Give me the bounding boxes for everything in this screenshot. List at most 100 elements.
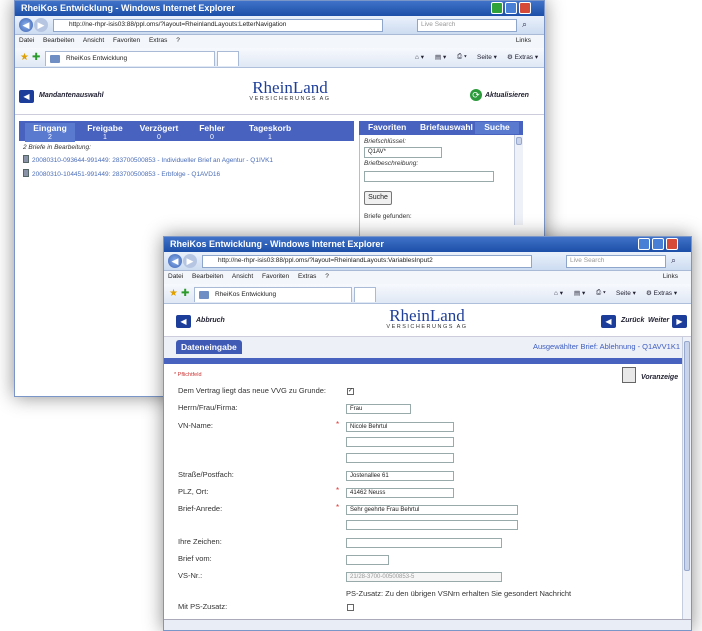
menu-favoriten[interactable]: Favoriten [113,37,140,44]
tab-freigabe[interactable]: Freigabe 1 [79,123,131,142]
zeichen-input[interactable] [346,538,502,548]
new-tab-button[interactable] [217,51,239,66]
page-menu[interactable]: Seite ▾ [477,53,497,61]
preview-label[interactable]: Voranzeige [641,374,678,381]
zurueck-button[interactable]: ◀ [601,315,616,328]
plz-input[interactable]: 41462 Neuss [346,488,454,498]
herrn-input[interactable]: Frau [346,404,411,414]
weiter-label[interactable]: Weiter [648,317,669,324]
tab-briefauswahl[interactable]: Briefauswahl [415,122,478,134]
key-input[interactable]: Q1AV* [364,147,442,158]
brief-vom-input[interactable] [346,555,389,565]
add-favorite-icon[interactable]: ✚ [181,288,189,299]
logo-name: RheinLand [252,78,328,97]
menu-datei[interactable]: Datei [19,37,34,44]
tab-dateneingabe[interactable]: Dateneingabe [176,340,242,354]
required-marker: * [336,486,340,495]
front-browser-window: RheiKos Entwicklung - Windows Internet E… [163,236,692,631]
zurueck-label[interactable]: Zurück [621,317,644,324]
print-icon[interactable]: ⎙ ▾ [596,289,606,297]
browser-tab[interactable]: RheiKos Entwicklung [194,287,352,302]
anrede-input-2[interactable] [346,520,518,530]
menu-help[interactable]: ? [176,37,180,44]
vn-input[interactable]: Nicole Behrtul [346,422,454,432]
new-tab-button[interactable] [354,287,376,302]
search-icon[interactable]: ⌕ [522,19,527,30]
forward-icon[interactable]: ▶ [34,18,48,32]
desc-input[interactable] [364,171,494,182]
browser-tab[interactable]: RheiKos Entwicklung [45,51,215,66]
close-button[interactable] [519,2,531,14]
strasse-input[interactable]: Jostenallee 61 [346,471,454,481]
zeichen-label: Ihre Zeichen: [178,537,222,546]
panel-scrollbar[interactable] [514,135,523,225]
plz-label: PLZ, Ort: [178,487,209,496]
mandant-back-button[interactable]: ◀ [19,90,34,103]
url-input[interactable]: http://ne-rhpr-isis03:88/ppl.oms/?layout… [53,19,383,32]
page-menu[interactable]: Seite ▾ [616,289,636,297]
letter-row[interactable]: 20080310-093644-991449: 283700500853 - I… [23,155,273,164]
abbruch-back-button[interactable]: ◀ [176,315,191,328]
forward-icon[interactable]: ▶ [183,254,197,268]
vn-input-3[interactable] [346,453,454,463]
links-label[interactable]: Links [516,37,531,44]
menu-ansicht[interactable]: Ansicht [232,273,253,280]
refresh-label[interactable]: Aktualisieren [485,92,529,99]
mit-ps-label: Mit PS-Zusatz: [178,602,228,611]
tab-suche[interactable]: Suche [475,122,519,134]
tab-tageskorb[interactable]: Tageskorb 1 [241,123,299,142]
add-favorite-icon[interactable]: ✚ [32,52,40,63]
home-icon[interactable]: ⌂ ▾ [415,53,424,61]
scroll-thumb[interactable] [684,341,690,571]
print-icon[interactable]: ⎙ ▾ [457,53,467,61]
minimize-button[interactable] [491,2,503,14]
weiter-button[interactable]: ▶ [672,315,687,328]
home-icon[interactable]: ⌂ ▾ [554,289,563,297]
back-icon[interactable]: ◀ [168,254,182,268]
vn-input-2[interactable] [346,437,454,447]
preview-icon[interactable] [622,367,636,383]
search-button[interactable]: Suche [364,191,392,205]
search-icon[interactable]: ⌕ [671,255,676,266]
page-icon [50,55,60,63]
minimize-button[interactable] [638,238,650,250]
vvg-label: Dem Vertrag liegt das neue VVG zu Grunde… [178,386,326,395]
tab-eingang[interactable]: Eingang 2 [25,123,75,142]
abbruch-label[interactable]: Abbruch [196,317,225,324]
close-button[interactable] [666,238,678,250]
menu-help[interactable]: ? [325,273,329,280]
extras-menu[interactable]: ⚙ Extras ▾ [646,289,677,297]
tab-verzoegert[interactable]: Verzögert 0 [133,123,185,142]
scroll-thumb[interactable] [516,137,522,145]
anrede-input[interactable]: Sehr geehrte Frau Behrtul [346,505,518,515]
search-input[interactable]: Live Search [417,19,517,32]
feeds-icon[interactable]: ▤ ▾ [435,53,446,61]
menu-favoriten[interactable]: Favoriten [262,273,289,280]
favorites-star-icon[interactable]: ★ [20,52,29,63]
tab-fehler[interactable]: Fehler 0 [187,123,237,142]
menu-bearbeiten[interactable]: Bearbeiten [43,37,74,44]
feeds-icon[interactable]: ▤ ▾ [574,289,585,297]
mandant-label[interactable]: Mandantenauswahl [39,92,104,99]
search-input[interactable]: Live Search [566,255,666,268]
menu-bearbeiten[interactable]: Bearbeiten [192,273,223,280]
menu-extras[interactable]: Extras [149,37,167,44]
maximize-button[interactable] [505,2,517,14]
required-marker: * [336,503,340,512]
maximize-button[interactable] [652,238,664,250]
back-icon[interactable]: ◀ [19,18,33,32]
menu-ansicht[interactable]: Ansicht [83,37,104,44]
page-scrollbar[interactable] [682,337,691,620]
extras-menu[interactable]: ⚙ Extras ▾ [507,53,538,61]
menu-extras[interactable]: Extras [298,273,316,280]
tab-favoriten[interactable]: Favoriten [363,122,411,134]
menu-datei[interactable]: Datei [168,273,183,280]
refresh-icon[interactable]: ⟳ [470,89,482,101]
favorites-star-icon[interactable]: ★ [169,288,178,299]
vvg-checkbox[interactable]: ✓ [347,388,354,395]
mit-ps-checkbox[interactable] [347,604,354,611]
favorites-bar: ★ ✚ RheiKos Entwicklung ⌂ ▾ ▤ ▾ ⎙ ▾ Seit… [164,284,691,304]
links-label[interactable]: Links [663,273,678,280]
letter-row[interactable]: 20080310-104451-991449: 283700500853 - E… [23,169,220,178]
url-input[interactable]: http://ne-rhpr-isis03:88/ppl.oms/?layout… [202,255,532,268]
